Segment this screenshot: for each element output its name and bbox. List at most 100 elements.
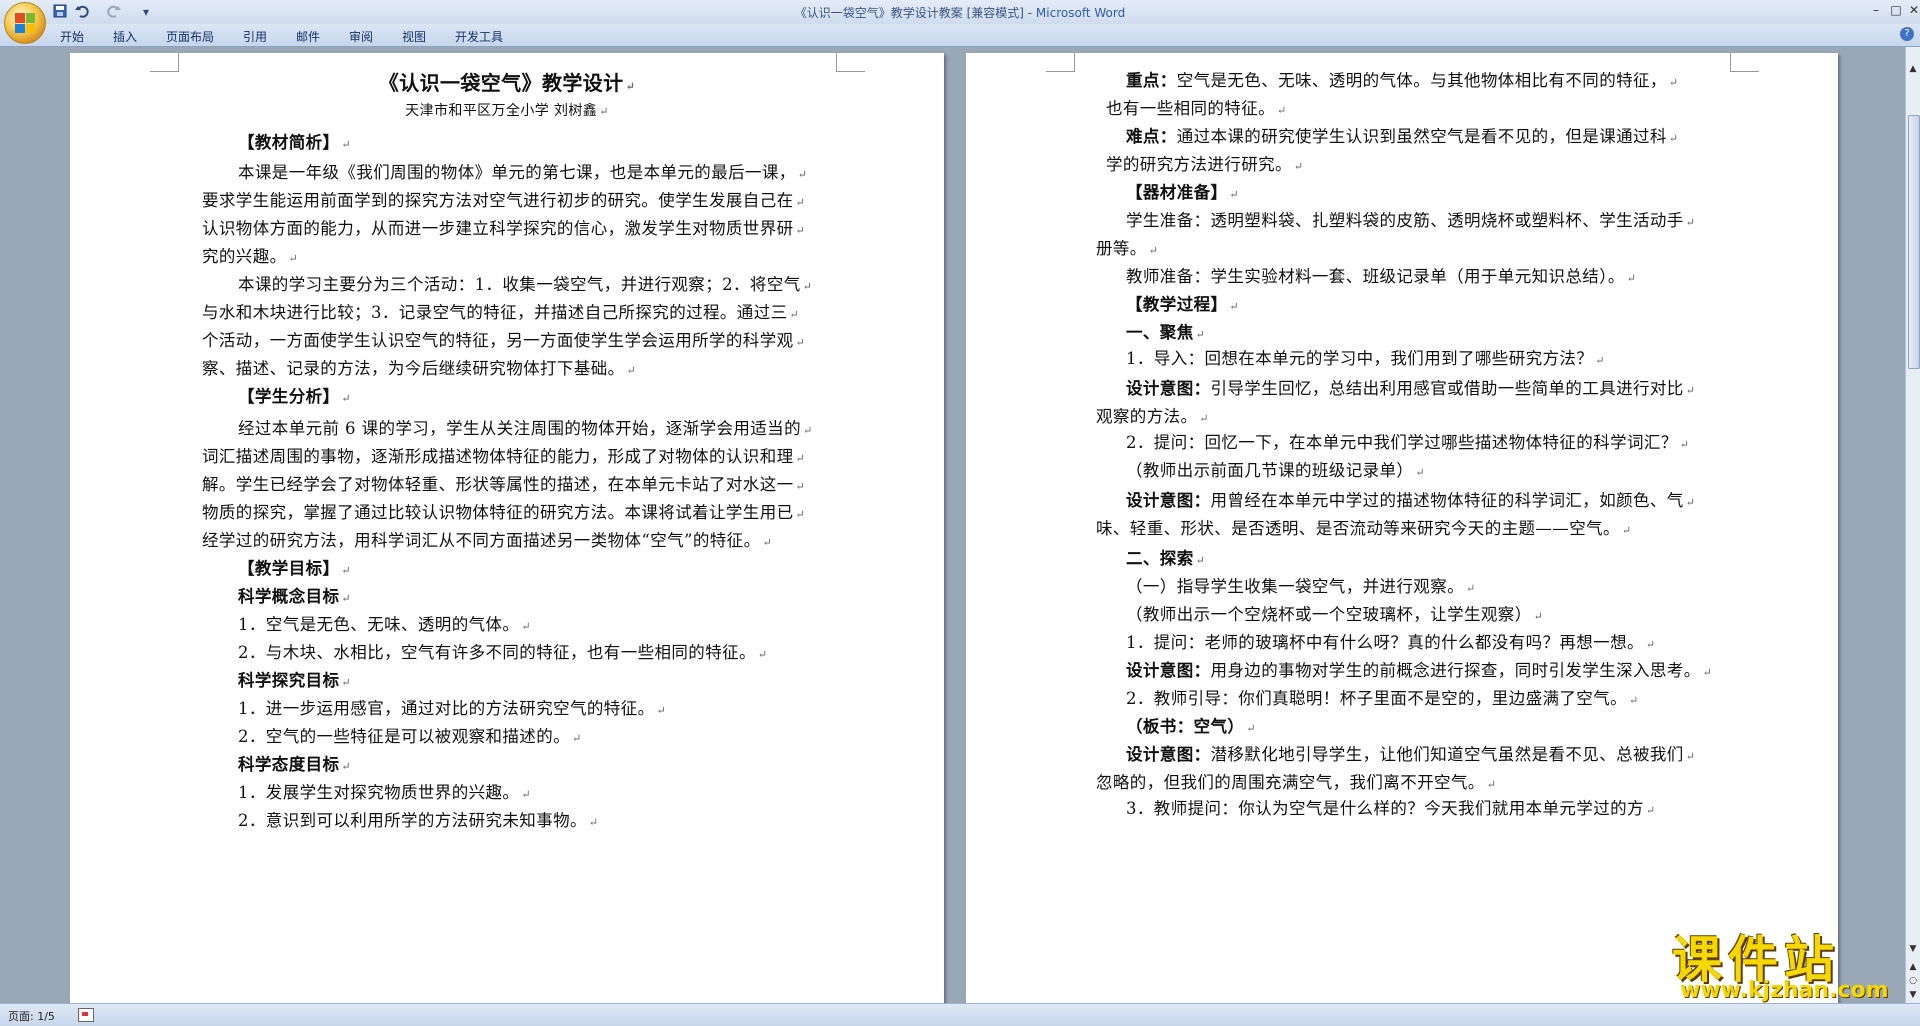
doc-line: 2．提问：回忆一下，在本单元中我们学过哪些描述物体特征的科学词汇？ ↵	[1126, 429, 1689, 453]
doc-text: 本课的学习主要分为三个活动：1．收集一袋空气，并进行观察；2．将空气	[238, 275, 801, 294]
browse-object-icon[interactable]: ○	[1907, 975, 1919, 987]
doc-line: 学生准备：透明塑料袋、扎塑料袋的皮筋、透明烧杯或塑料杯、学生活动手 ↵	[1126, 207, 1695, 231]
maximize-button[interactable]: □	[1886, 2, 1906, 18]
paragraph-mark-icon: ↵	[1668, 132, 1679, 145]
paragraph-mark-icon: ↵	[1621, 524, 1632, 537]
doc-text: 味、轻重、形状、是否透明、是否流动等来研究今天的主题——空气。	[1096, 519, 1620, 538]
doc-label: （板书：空气）	[1126, 717, 1245, 736]
paragraph-mark-icon: ↵	[1415, 466, 1425, 479]
doc-text: 解。学生已经学会了对物体轻重、形状等属性的描述，在本单元卡站了对水这一	[202, 475, 794, 494]
scroll-up-icon[interactable]: ▲	[1907, 63, 1919, 75]
paragraph-mark-icon: ↵	[1229, 188, 1240, 201]
doc-line: （板书：空气） ↵	[1126, 713, 1256, 737]
paragraph-mark-icon: ↵	[795, 508, 806, 521]
paragraph-mark-icon: ↵	[572, 732, 582, 745]
paragraph-mark-icon: ↵	[341, 760, 352, 773]
doc-line: 设计意图：引导学生回忆，总结出利用感官或借助一些简单的工具进行对比 ↵	[1126, 375, 1695, 399]
doc-label: 重点：	[1126, 71, 1177, 90]
tab-insert[interactable]: 插入	[113, 28, 137, 45]
paragraph-mark-icon: ↵	[789, 308, 800, 321]
paragraph-mark-icon: ↵	[288, 252, 299, 265]
doc-text: 个活动，一方面使学生认识空气的特征，另一方面使学生学会运用所学的科学观	[202, 331, 794, 350]
tab-references[interactable]: 引用	[243, 28, 267, 45]
minimize-button[interactable]: –	[1866, 2, 1886, 18]
scroll-down-icon[interactable]: ▼	[1907, 943, 1919, 955]
doc-text: 2．提问：回忆一下，在本单元中我们学过哪些描述物体特征的科学词汇？	[1126, 433, 1678, 452]
paragraph-mark-icon: ↵	[795, 480, 806, 493]
doc-line: 【学生分析】 ↵	[238, 383, 351, 407]
doc-text: 学的研究方法进行研究。	[1106, 155, 1292, 174]
doc-text: 2．教师引导：你们真聪明！杯子里面不是空的，里边盛满了空气。	[1126, 689, 1627, 708]
tab-home[interactable]: 开始	[60, 28, 84, 45]
paragraph-mark-icon: ↵	[341, 138, 352, 151]
paragraph-mark-icon: ↵	[757, 648, 768, 661]
paragraph-mark-icon: ↵	[1626, 272, 1637, 285]
tab-developer[interactable]: 开发工具	[455, 28, 503, 45]
paragraph-mark-icon: ↵	[341, 592, 352, 605]
paragraph-mark-icon: ↵	[588, 816, 599, 829]
doc-label: 一、聚焦	[1126, 323, 1194, 342]
office-button[interactable]	[4, 2, 46, 44]
doc-text: 学生准备：透明塑料袋、扎塑料袋的皮筋、透明烧杯或塑料杯、学生活动手	[1126, 211, 1684, 230]
doc-line: 设计意图：用身边的事物对学生的前概念进行探查，同时引发学生深入思考。 ↵	[1126, 657, 1712, 681]
help-icon[interactable]: ?	[1900, 27, 1914, 41]
doc-text: 天津市和平区万全小学 刘树鑫	[405, 103, 598, 119]
doc-line: （一）指导学生收集一袋空气，并进行观察。 ↵	[1126, 573, 1476, 597]
paragraph-mark-icon: ↵	[656, 704, 667, 717]
doc-text: 教师准备：学生实验材料一套、班级记录单（用于单元知识总结）。	[1126, 267, 1625, 286]
document-page-1[interactable]: 《认识一袋空气》教学设计 ↵ 天津市和平区万全小学 刘树鑫 ↵ 【教材简析】 ↵ 本课是一年…	[70, 53, 944, 1003]
doc-text: 通过本课的研究使学生认识到虽然空气是看不见的，但是课通过科	[1176, 127, 1667, 146]
doc-text: 引导学生回忆，总结出利用感官或借助一些简单的工具进行对比	[1210, 379, 1684, 398]
window-title: 《认识一袋空气》教学设计教案 [兼容模式] - Microsoft Word	[0, 4, 1920, 21]
vertical-scrollbar[interactable]: ▲ ▼ ▲ ○ ▼	[1905, 47, 1920, 1003]
doc-text: 册等。	[1096, 239, 1147, 258]
doc-title: 《认识一袋空气》教学设计 ↵	[70, 67, 944, 96]
doc-text: 1．导入：回想在本单元的学习中，我们用到了哪些研究方法？	[1126, 349, 1594, 368]
paragraph-mark-icon: ↵	[521, 620, 531, 633]
doc-line: 科学概念目标 ↵	[238, 583, 351, 607]
doc-line: 2．意识到可以利用所学的方法研究未知事物。 ↵	[238, 807, 599, 831]
doc-text: 1．提问：老师的玻璃杯中有什么呀？真的什么都没有吗？再想一想。	[1126, 633, 1644, 652]
paragraph-mark-icon: ↵	[341, 564, 352, 577]
doc-label: 科学概念目标	[238, 587, 340, 606]
page-count-status[interactable]: 页面: 1/5	[8, 1008, 55, 1024]
doc-text: 究的兴趣。	[202, 247, 287, 266]
document-page-2[interactable]: 重点：空气是无色、无味、透明的气体。与其他物体相比有不同的特征， ↵ 也有一些相同的…	[966, 53, 1838, 1003]
doc-line: 解。学生已经学会了对物体轻重、形状等属性的描述，在本单元卡站了对水这一 ↵	[202, 471, 805, 495]
doc-line: 难点：通过本课的研究使学生认识到虽然空气是看不见的，但是课通过科 ↵	[1126, 123, 1678, 147]
scrollbar-thumb[interactable]	[1908, 115, 1920, 369]
app-name: Microsoft Word	[1035, 6, 1126, 20]
doc-line: 设计意图：用曾经在本单元中学过的描述物体特征的科学词汇，如颜色、气 ↵	[1126, 487, 1695, 511]
tab-review[interactable]: 审阅	[349, 28, 373, 45]
doc-label: 设计意图：	[1126, 491, 1211, 510]
tab-page-layout[interactable]: 页面布局	[166, 28, 214, 45]
paragraph-mark-icon: ↵	[1685, 384, 1696, 397]
doc-line: 1．空气是无色、无味、透明的气体。 ↵	[238, 611, 531, 635]
paragraph-mark-icon: ↵	[1668, 76, 1679, 89]
close-button[interactable]: ✕	[1904, 2, 1920, 18]
paragraph-mark-icon: ↵	[795, 224, 806, 237]
paragraph-mark-icon: ↵	[1195, 554, 1206, 567]
previous-page-icon[interactable]: ▲	[1907, 961, 1919, 973]
doc-line: 1．导入：回想在本单元的学习中，我们用到了哪些研究方法？ ↵	[1126, 345, 1605, 369]
doc-label: 科学态度目标	[238, 755, 340, 774]
doc-line: 观察的方法。 ↵	[1096, 403, 1209, 427]
paragraph-mark-icon: ↵	[795, 196, 806, 209]
doc-label: 【学生分析】	[238, 387, 340, 406]
doc-line: 【器材准备】 ↵	[1126, 179, 1239, 203]
proofing-icon[interactable]	[78, 1008, 94, 1022]
tab-view[interactable]: 视图	[402, 28, 426, 45]
paragraph-mark-icon: ↵	[1685, 496, 1696, 509]
paragraph-mark-icon: ↵	[795, 336, 806, 349]
doc-text: 物质的探究，掌握了通过比较认识物体特征的研究方法。本课将试着让学生用已	[202, 503, 794, 522]
next-page-icon[interactable]: ▼	[1907, 989, 1919, 1001]
doc-line: 味、轻重、形状、是否透明、是否流动等来研究今天的主题——空气。 ↵	[1096, 515, 1632, 539]
paragraph-mark-icon: ↵	[1645, 638, 1656, 651]
tab-mailings[interactable]: 邮件	[296, 28, 320, 45]
doc-line: 3．教师提问：你认为空气是什么样的？今天我们就用本单元学过的方 ↵	[1126, 795, 1656, 819]
doc-text: 1．进一步运用感官，通过对比的方法研究空气的特征。	[238, 699, 655, 718]
doc-label: 【教学目标】	[238, 559, 340, 578]
doc-line: 词汇描述周围的事物，逐渐形成描述物体特征的能力，形成了对物体的认识和理 ↵	[202, 443, 805, 467]
doc-line: 认识物体方面的能力，从而进一步建立科学探究的信心，激发学生对物质世界研 ↵	[202, 215, 805, 239]
doc-label: 【教材简析】	[238, 133, 340, 152]
